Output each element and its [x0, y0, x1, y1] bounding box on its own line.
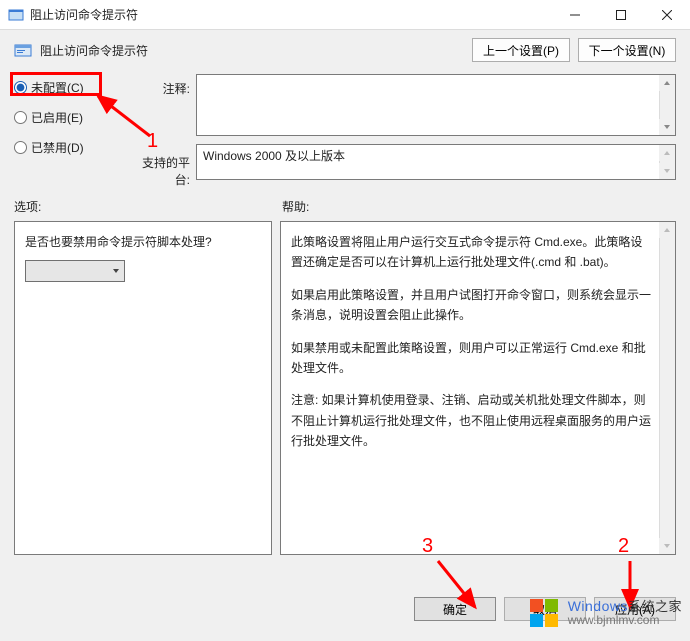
notes-scrollbar[interactable]: [659, 75, 675, 135]
scroll-up-icon[interactable]: [659, 222, 675, 238]
header-title: 阻止访问命令提示符: [40, 42, 464, 59]
help-paragraph: 如果启用此策略设置，并且用户试图打开命令窗口，则系统会显示一条消息，说明设置会阻…: [291, 285, 653, 326]
radio-not-configured-label: 未配置(C): [31, 79, 84, 96]
radio-enabled-label: 已启用(E): [31, 109, 83, 126]
notes-textbox[interactable]: [196, 74, 676, 136]
radio-enabled-input[interactable]: [14, 111, 27, 124]
lower-labels: 选项: 帮助:: [0, 196, 690, 217]
watermark: Windows系统之家 www.bjmlmv.com: [526, 595, 682, 631]
options-dropdown[interactable]: [25, 260, 125, 282]
options-section-label: 选项:: [14, 198, 282, 215]
scroll-down-icon[interactable]: [659, 538, 675, 554]
policy-icon: [14, 41, 32, 59]
close-button[interactable]: [644, 0, 690, 30]
window-title: 阻止访问命令提示符: [30, 6, 552, 23]
watermark-text: Windows系统之家 www.bjmlmv.com: [568, 599, 682, 626]
scroll-up-icon[interactable]: [659, 145, 675, 161]
help-paragraph: 如果禁用或未配置此策略设置，则用户可以正常运行 Cmd.exe 和批处理文件。: [291, 338, 653, 379]
maximize-button[interactable]: [598, 0, 644, 30]
chevron-down-icon: [112, 267, 120, 275]
radio-disabled-label: 已禁用(D): [31, 139, 84, 156]
radio-enabled[interactable]: 已启用(E): [14, 108, 124, 126]
notes-label: 注释:: [130, 74, 190, 97]
title-bar: 阻止访问命令提示符: [0, 0, 690, 30]
platform-label: 支持的平台:: [130, 144, 190, 188]
state-radio-group: 未配置(C) 已启用(E) 已禁用(D): [14, 74, 124, 156]
prev-setting-button[interactable]: 上一个设置(P): [472, 38, 570, 62]
app-icon: [8, 7, 24, 23]
ok-button[interactable]: 确定: [414, 597, 496, 621]
windows-logo-icon: [526, 595, 562, 631]
help-section-label: 帮助:: [282, 198, 676, 215]
help-box: 此策略设置将阻止用户运行交互式命令提示符 Cmd.exe。此策略设置还确定是否可…: [280, 221, 676, 555]
header-row: 阻止访问命令提示符 上一个设置(P) 下一个设置(N): [0, 30, 690, 70]
radio-not-configured-input[interactable]: [14, 81, 27, 94]
help-paragraph: 此策略设置将阻止用户运行交互式命令提示符 Cmd.exe。此策略设置还确定是否可…: [291, 232, 653, 273]
watermark-brand-en: Windows: [568, 598, 628, 614]
help-paragraph: 注意: 如果计算机使用登录、注销、启动或关机批处理文件脚本，则不阻止计算机运行批…: [291, 390, 653, 451]
radio-disabled-input[interactable]: [14, 141, 27, 154]
options-question: 是否也要禁用命令提示符脚本处理?: [25, 232, 261, 252]
radio-not-configured[interactable]: 未配置(C): [14, 78, 124, 96]
scroll-up-icon[interactable]: [659, 75, 675, 91]
next-setting-button[interactable]: 下一个设置(N): [578, 38, 676, 62]
scroll-down-icon[interactable]: [659, 119, 675, 135]
platform-value: Windows 2000 及以上版本: [203, 149, 345, 163]
platform-scrollbar[interactable]: [659, 145, 675, 179]
radio-disabled[interactable]: 已禁用(D): [14, 138, 124, 156]
scroll-down-icon[interactable]: [659, 163, 675, 179]
minimize-button[interactable]: [552, 0, 598, 30]
window-controls: [552, 0, 690, 29]
watermark-url: www.bjmlmv.com: [568, 614, 682, 627]
help-scrollbar[interactable]: [659, 222, 675, 554]
platform-textbox: Windows 2000 及以上版本: [196, 144, 676, 180]
config-panel: 未配置(C) 已启用(E) 已禁用(D) 注释: 支持的平台: Windows …: [0, 70, 690, 196]
options-box: 是否也要禁用命令提示符脚本处理?: [14, 221, 272, 555]
lower-panels: 是否也要禁用命令提示符脚本处理? 此策略设置将阻止用户运行交互式命令提示符 Cm…: [0, 217, 690, 555]
